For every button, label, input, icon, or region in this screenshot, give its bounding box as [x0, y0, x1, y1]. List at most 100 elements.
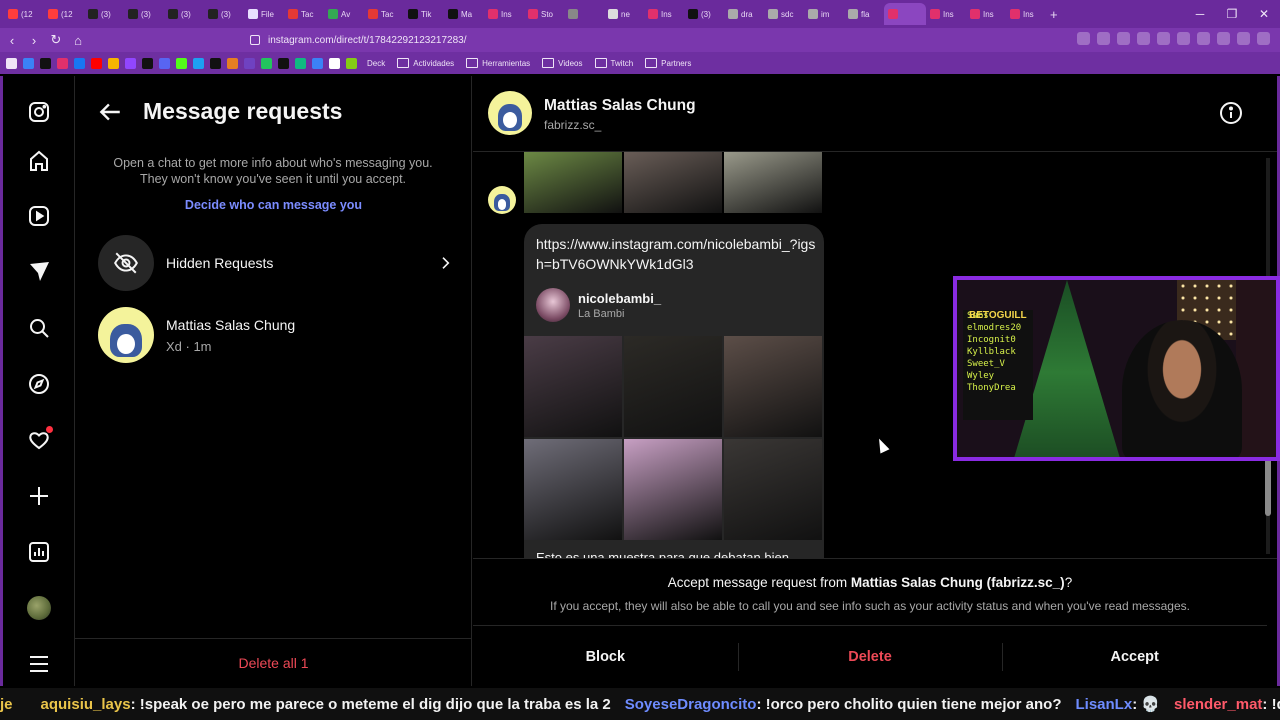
minimize-button[interactable]: ─ [1184, 0, 1216, 28]
back-icon[interactable]: ‹ [2, 33, 22, 48]
profile-avatar[interactable] [27, 596, 51, 620]
browser-tab[interactable]: Ins [966, 3, 1006, 25]
browser-tab[interactable]: Tac [284, 3, 324, 25]
browser-tab[interactable]: (3) [204, 3, 244, 25]
browser-tab[interactable]: Sto [524, 3, 564, 25]
bookmark-icon[interactable] [295, 57, 306, 69]
messages-nav-icon[interactable] [27, 260, 51, 284]
conversation-info-icon[interactable] [1219, 101, 1243, 125]
extension-icon[interactable] [1237, 32, 1250, 45]
browser-tab[interactable]: dra [724, 3, 764, 25]
post-thumbnail[interactable] [524, 152, 622, 213]
extension-icon[interactable] [1117, 32, 1130, 45]
bookmark-icon[interactable] [142, 57, 153, 69]
maximize-button[interactable]: ❐ [1216, 0, 1248, 28]
url-field[interactable]: instagram.com/direct/t/17842292123217283… [250, 31, 970, 49]
bookmark-icon[interactable] [74, 57, 85, 69]
chat-contact-name[interactable]: Mattias Salas Chung [544, 97, 696, 115]
bookmark-icon[interactable] [23, 57, 34, 69]
bookmark-item[interactable]: Deck [367, 59, 385, 68]
browser-tab[interactable]: File [244, 3, 284, 25]
bookmark-icon[interactable] [278, 57, 289, 69]
explore-compass-icon[interactable] [27, 372, 51, 396]
hidden-requests-row[interactable]: Hidden Requests [98, 234, 453, 292]
post-thumbnail[interactable] [524, 336, 622, 437]
delete-all-button[interactable]: Delete all 1 [75, 638, 472, 686]
browser-tab[interactable]: sdc [764, 3, 804, 25]
browser-tab[interactable]: Ins [926, 3, 966, 25]
browser-tab[interactable]: Ins [484, 3, 524, 25]
browser-tab[interactable]: ne [604, 3, 644, 25]
post-thumbnail[interactable] [624, 336, 722, 437]
browser-tab[interactable]: (3) [124, 3, 164, 25]
post-thumbnail[interactable] [624, 439, 722, 540]
extension-icon[interactable] [1217, 32, 1230, 45]
decide-who-can-message-link[interactable]: Decide who can message you [75, 198, 472, 212]
browser-tab[interactable]: (3) [84, 3, 124, 25]
browser-tab[interactable]: (3) [684, 3, 724, 25]
block-button[interactable]: Block [473, 649, 738, 665]
bookmark-icon[interactable] [261, 57, 272, 69]
browser-tab[interactable]: fla [844, 3, 884, 25]
browser-tab[interactable]: Tac [364, 3, 404, 25]
bookmark-icon[interactable] [176, 57, 187, 69]
bookmark-item[interactable]: Twitch [595, 58, 634, 68]
bookmark-icon[interactable] [227, 57, 238, 69]
extension-icon[interactable] [1257, 32, 1270, 45]
extension-icon[interactable] [1097, 32, 1110, 45]
extension-icon[interactable] [1197, 32, 1210, 45]
shared-post-grid-top[interactable] [524, 152, 822, 213]
post-thumbnail[interactable] [624, 152, 722, 213]
search-icon[interactable] [27, 316, 51, 340]
bookmark-icon[interactable] [108, 57, 119, 69]
shared-link-text[interactable]: https://www.instagram.com/nicolebambi_?i… [536, 234, 816, 274]
post-thumbnail[interactable] [524, 439, 622, 540]
bookmark-icon[interactable] [329, 57, 340, 69]
home-icon[interactable]: ⌂ [68, 33, 88, 48]
post-thumbnail[interactable] [724, 152, 822, 213]
bookmark-icon[interactable] [346, 57, 357, 69]
new-tab-button[interactable]: + [1050, 7, 1058, 22]
create-plus-icon[interactable] [27, 484, 51, 508]
bookmark-item[interactable]: Herramientas [466, 58, 530, 68]
browser-tab[interactable]: Av [324, 3, 364, 25]
shared-profile-grid[interactable] [524, 336, 822, 540]
browser-tab[interactable]: (12 [4, 3, 44, 25]
shared-profile-preview[interactable]: nicolebambi_ La Bambi [536, 288, 661, 322]
bookmark-item[interactable]: Videos [542, 58, 582, 68]
browser-tab[interactable]: Tik [404, 3, 444, 25]
conversation-request-row[interactable]: Mattias Salas Chung Xd · 1m [98, 306, 453, 364]
back-arrow-icon[interactable] [97, 99, 123, 125]
bookmark-icon[interactable] [57, 57, 68, 69]
bookmark-icon[interactable] [210, 57, 221, 69]
bookmark-icon[interactable] [91, 57, 102, 69]
scrollbar-thumb[interactable] [1265, 452, 1271, 516]
extension-icon[interactable] [1077, 32, 1090, 45]
bookmark-item[interactable]: Actividades [397, 58, 454, 68]
menu-hamburger-icon[interactable] [27, 652, 51, 676]
instagram-logo-icon[interactable] [27, 100, 51, 124]
dashboard-icon[interactable] [27, 540, 51, 564]
extension-icon[interactable] [1157, 32, 1170, 45]
bookmark-icon[interactable] [125, 57, 136, 69]
bookmark-item[interactable]: Partners [645, 58, 691, 68]
post-thumbnail[interactable] [724, 336, 822, 437]
post-thumbnail[interactable] [724, 439, 822, 540]
delete-button[interactable]: Delete [737, 642, 1003, 671]
chat-avatar[interactable] [488, 91, 532, 135]
site-info-icon[interactable] [250, 35, 260, 45]
apps-icon[interactable] [6, 57, 17, 69]
browser-tab[interactable]: Ins [644, 3, 684, 25]
browser-tab[interactable]: (3) [164, 3, 204, 25]
browser-tab[interactable] [564, 3, 604, 25]
reload-icon[interactable]: ↻ [46, 32, 66, 48]
bookmark-icon[interactable] [159, 57, 170, 69]
browser-tab[interactable]: Ins [1006, 3, 1046, 25]
bookmark-icon[interactable] [244, 57, 255, 69]
bookmark-icon[interactable] [40, 57, 51, 69]
close-window-button[interactable]: ✕ [1248, 0, 1280, 28]
browser-tab[interactable]: Ma [444, 3, 484, 25]
reels-icon[interactable] [27, 204, 51, 228]
bookmark-icon[interactable] [193, 57, 204, 69]
home-nav-icon[interactable] [27, 149, 51, 173]
